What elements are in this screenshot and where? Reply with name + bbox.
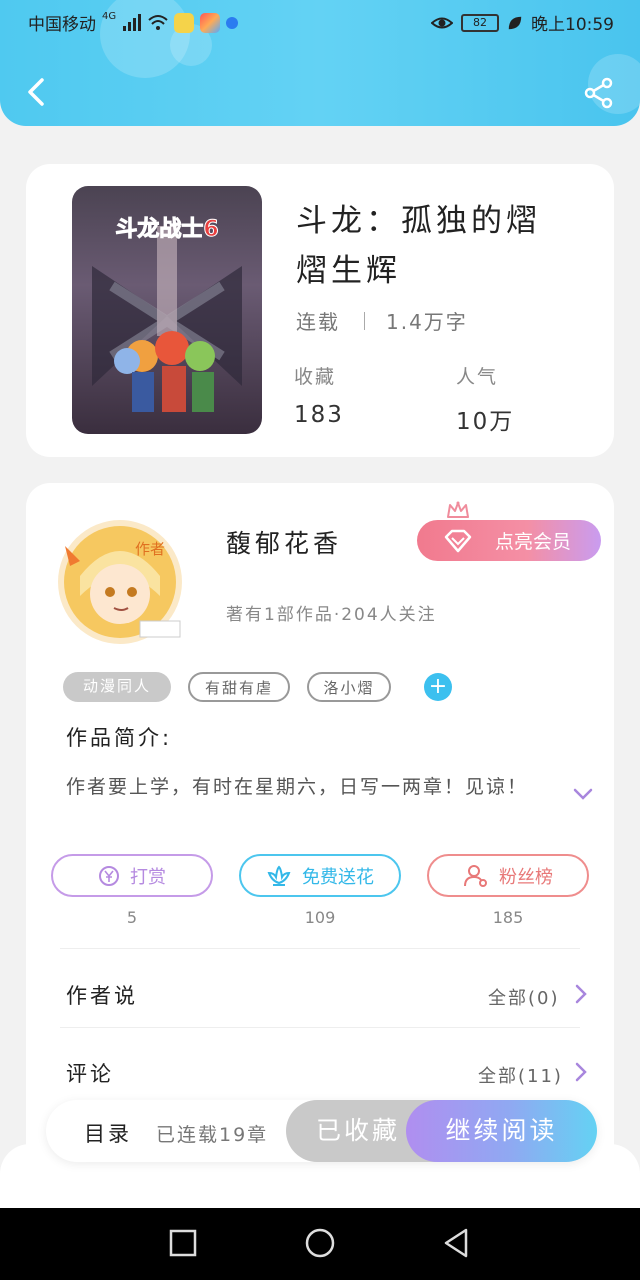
chevron-left-icon[interactable] xyxy=(22,76,50,108)
app-notification-icon xyxy=(200,12,221,33)
cover-illustration: 斗龙战士6 xyxy=(92,217,242,412)
favorites-label: 收藏 xyxy=(294,366,337,388)
crown-icon xyxy=(447,501,469,518)
vip-button[interactable]: 点亮会员 xyxy=(417,520,601,561)
comments-more[interactable]: 全部(11) xyxy=(478,1062,563,1088)
author-says-label: 作者说 xyxy=(66,984,138,1008)
popularity-value: 10万 xyxy=(456,409,515,435)
book-title: 斗龙：孤独的熠 熠生辉 xyxy=(296,196,556,296)
author-avatar-image xyxy=(58,520,182,644)
toc-button[interactable]: 目录 xyxy=(84,1118,132,1148)
chevron-right-icon[interactable] xyxy=(575,1062,587,1082)
send-flower-button[interactable]: 免费送花 xyxy=(239,854,401,897)
intro-text: 作者要上学，有时在星期六，日写一两章！见谅！ xyxy=(66,776,529,798)
add-tag-button[interactable]: + xyxy=(424,673,452,701)
book-cover[interactable]: 斗龙战士6 xyxy=(72,186,262,434)
reward-count: 5 xyxy=(126,908,138,927)
avatar-badge: 作者 xyxy=(135,540,166,558)
network-type: 4G xyxy=(102,11,117,22)
fan-rank-button[interactable]: 粉丝榜 xyxy=(427,854,589,897)
fan-count: 185 xyxy=(492,908,524,927)
eye-icon xyxy=(431,17,453,28)
reward-label: 打赏 xyxy=(130,866,166,888)
book-status: 连载 xyxy=(296,310,340,334)
author-info: 著有1部作品·204人关注 xyxy=(226,605,437,625)
chevron-down-icon[interactable] xyxy=(572,786,594,802)
intro-heading: 作品简介: xyxy=(66,726,173,750)
svg-text:斗龙战士6: 斗龙战士6 xyxy=(115,217,218,242)
vip-label: 点亮会员 xyxy=(494,531,571,553)
carrier-label: 中国移动 xyxy=(28,15,96,35)
tag-chip[interactable]: 洛小熠 xyxy=(307,672,391,702)
author-name: 馥郁花香 xyxy=(226,529,343,558)
book-title-line: 熠生辉 xyxy=(296,253,401,289)
status-bar: 中国移动 4G 82 晚上10:59 xyxy=(0,0,640,42)
book-title-line: 斗龙：孤独的熠 xyxy=(296,203,541,239)
favorites-value: 183 xyxy=(294,402,344,428)
back-triangle-icon[interactable] xyxy=(439,1226,473,1260)
chapter-count: 已连载19章 xyxy=(156,1124,269,1146)
send-flower-label: 免费送花 xyxy=(302,866,374,888)
flower-icon xyxy=(267,865,291,886)
diamond-icon xyxy=(444,529,472,553)
divider xyxy=(60,948,580,949)
avatar[interactable]: 作者 xyxy=(40,516,212,648)
meta-divider xyxy=(364,312,365,330)
clock: 晚上10:59 xyxy=(531,15,614,35)
share-icon[interactable] xyxy=(582,76,616,110)
battery-level: 82 xyxy=(473,15,487,29)
battery-indicator: 82 xyxy=(461,13,499,32)
continue-reading-button[interactable]: 继续阅读 xyxy=(406,1100,597,1162)
author-says-more[interactable]: 全部(0) xyxy=(488,984,560,1010)
wifi-icon xyxy=(148,14,168,30)
home-icon[interactable] xyxy=(303,1226,337,1260)
signal-icon xyxy=(123,13,142,31)
reward-button[interactable]: 打赏 xyxy=(51,854,213,897)
recent-apps-icon[interactable] xyxy=(166,1226,200,1260)
user-icon xyxy=(464,864,487,887)
fan-rank-label: 粉丝榜 xyxy=(499,866,553,888)
comments-label: 评论 xyxy=(66,1062,114,1086)
app-notification-icon xyxy=(226,16,239,29)
divider xyxy=(60,1027,580,1028)
app-notification-icon xyxy=(174,12,195,33)
flower-count: 109 xyxy=(304,908,336,927)
tag-chip[interactable]: 有甜有虐 xyxy=(188,672,290,702)
book-word-count: 1.4万字 xyxy=(386,310,468,334)
chevron-right-icon[interactable] xyxy=(575,984,587,1004)
popularity-label: 人气 xyxy=(456,366,499,388)
leaf-icon xyxy=(508,16,522,29)
yen-icon xyxy=(99,865,119,886)
tag-chip[interactable]: 动漫同人 xyxy=(63,672,171,702)
